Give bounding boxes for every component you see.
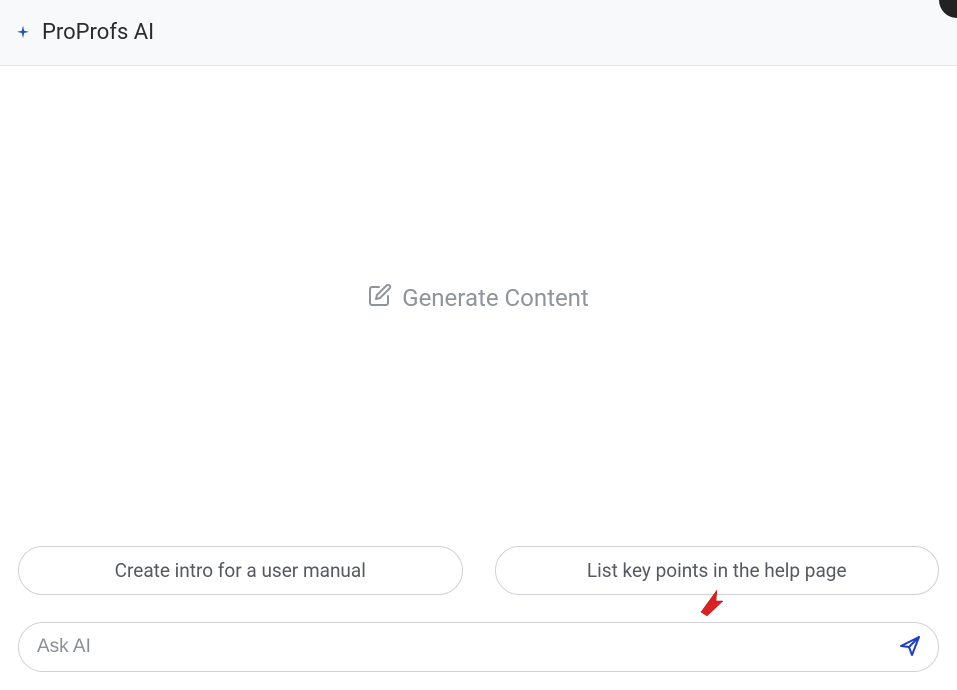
app-header: ProProfs AI — [0, 0, 957, 66]
ask-ai-input[interactable] — [18, 622, 939, 672]
suggestion-create-intro[interactable]: Create intro for a user manual — [18, 546, 463, 595]
sparkle-icon — [14, 24, 32, 42]
send-icon — [898, 634, 922, 661]
suggestions-row: Create intro for a user manual List key … — [18, 546, 939, 595]
close-icon[interactable] — [939, 0, 957, 18]
generate-content-label: Generate Content — [368, 283, 589, 313]
suggestion-label: Create intro for a user manual — [115, 559, 366, 582]
edit-icon — [368, 283, 392, 313]
bottom-panel: Create intro for a user manual List key … — [0, 546, 957, 690]
send-button[interactable] — [895, 632, 925, 662]
app-title: ProProfs AI — [42, 20, 154, 45]
suggestion-list-key-points[interactable]: List key points in the help page — [495, 546, 940, 595]
input-row — [18, 622, 939, 672]
generate-content-text: Generate Content — [402, 284, 589, 312]
suggestion-label: List key points in the help page — [587, 559, 847, 582]
main-content: Generate Content — [0, 66, 957, 530]
